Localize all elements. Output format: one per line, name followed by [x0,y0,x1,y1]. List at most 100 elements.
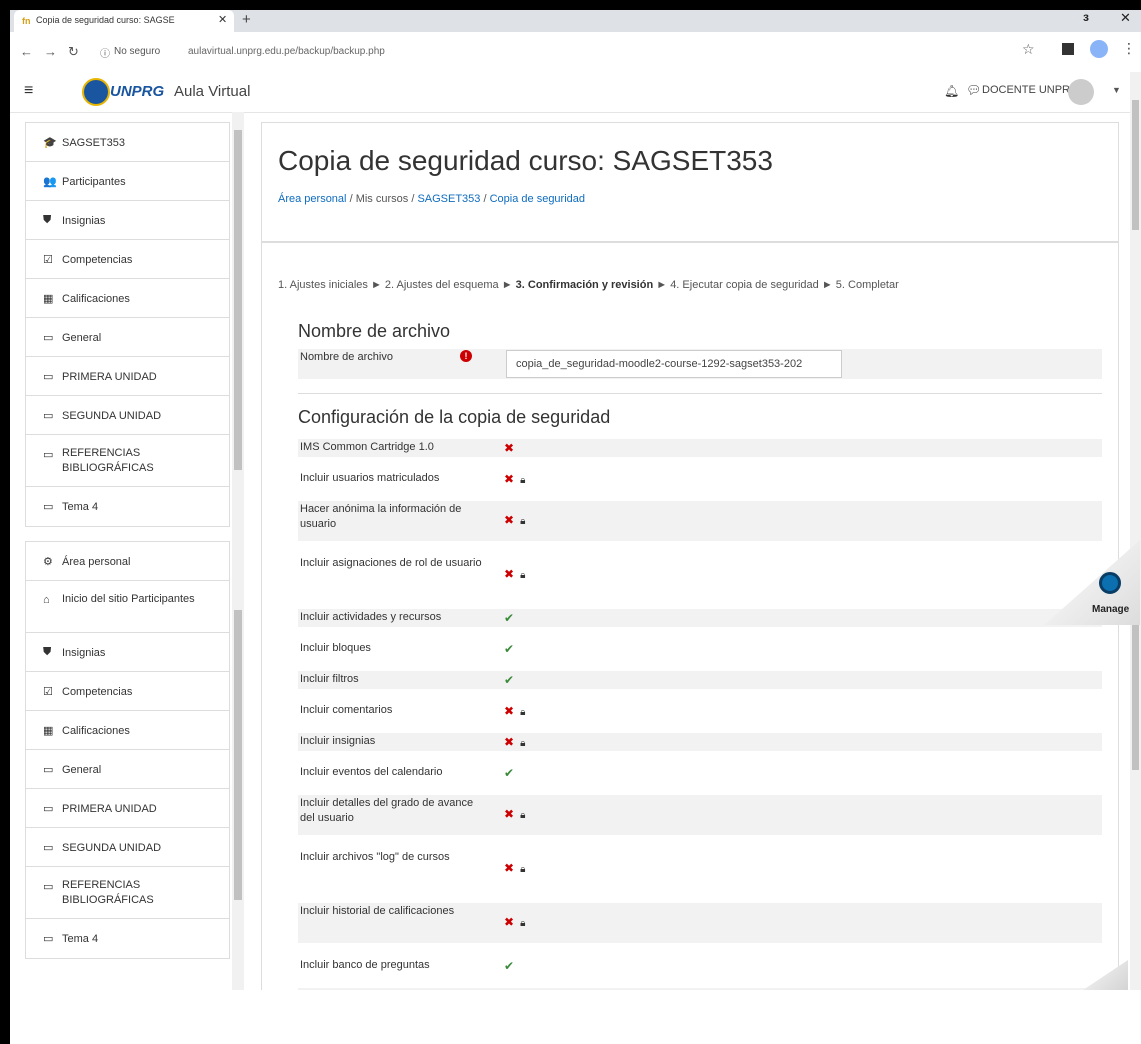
sidebar-item[interactable]: ▦ Calificaciones [26,279,229,318]
backup-option-label: Incluir actividades y recursos [300,611,442,623]
url-input[interactable]: ⓘ No seguro aulavirtual.unprg.edu.pe/bac… [100,40,1030,64]
sidebar-item[interactable]: ▦ Calificaciones [26,711,229,750]
sidebar-item[interactable]: ▭ PRIMERA UNIDAD [26,357,229,396]
filename-input[interactable]: copia_de_seguridad-moodle2-course-1292-s… [506,350,842,378]
drawer-scroll-thumb[interactable] [234,130,242,470]
bookmark-star-icon[interactable]: ☆ [1022,41,1035,58]
sidebar-item[interactable]: 👥 Participantes [26,162,229,201]
hamburger-menu-icon[interactable]: ≡ [24,82,33,100]
close-tab-icon[interactable]: ✕ [218,13,227,26]
folder-icon: ▭ [43,501,54,513]
backup-option-row: Incluir filtros ✔ [298,671,1102,689]
sidebar-item[interactable]: ▭ REFERENCIAS BIBLIOGRÁFICAS [26,867,229,919]
info-icon[interactable]: ⓘ [100,45,110,60]
browser-tab[interactable]: fn Copia de seguridad curso: SAGSE ✕ [14,10,234,32]
sidebar-item[interactable]: ▭ Tema 4 [26,919,229,958]
backup-option-status: ✖ 🔒︎ [504,735,525,749]
sidebar-item[interactable]: ⚙ Área personal [26,542,229,581]
sidebar-item[interactable]: ▭ General [26,750,229,789]
notification-bell-icon[interactable]: 🔔︎ [944,84,959,98]
user-name[interactable]: DOCENTE UNPRG [982,84,1079,96]
page-scroll-thumb[interactable] [1132,625,1139,770]
backup-option-status: ✖ 🔒︎ [504,807,525,821]
manage-icon [1099,572,1121,594]
step-label: 1. Ajustes iniciales [278,279,368,291]
page-header: Copia de seguridad curso: SAGSET353 Área… [261,122,1119,242]
course-drawer: 🎓 SAGSET353 👥 Participantes ⛊ Insignias ☑ Compe… [25,122,230,959]
step-label: 5. Completar [835,279,899,291]
step-label-current: 3. Confirmación y revisión [515,279,654,291]
backup-option-row: Incluir eventos del calendario ✔ [298,764,1102,782]
table-icon: ▦ [43,725,54,737]
sidebar-item[interactable]: ⌂ Inicio del sitio Participantes [26,581,229,633]
lock-icon: 🔒︎ [520,570,526,581]
table-icon: ▦ [43,293,54,305]
backup-option-status: ✖ 🔒︎ [504,704,525,718]
drawer-scroll-thumb[interactable] [234,610,242,900]
course-nav-block: 🎓 SAGSET353 👥 Participantes ⛊ Insignias ☑ Compe… [25,122,230,527]
lock-icon: 🔒︎ [520,707,526,718]
avatar[interactable] [1068,79,1094,105]
folder-icon: ▭ [43,410,54,422]
sidebar-item-label: SEGUNDA UNIDAD [62,842,162,854]
sidebar-item-label: PRIMERA UNIDAD [62,371,157,383]
sidebar-item-label: SAGSET353 [62,137,125,149]
lock-icon: 🔒︎ [520,810,526,821]
backup-option-row: Incluir banco de preguntas ✔ [298,957,1102,975]
divider [298,393,1102,394]
lock-icon: 🔒︎ [520,516,526,527]
backup-option-status: ✖ [504,441,514,455]
new-tab-icon[interactable]: + [242,11,251,28]
sidebar-item-label: REFERENCIAS BIBLIOGRÁFICAS [62,447,154,474]
university-logo[interactable] [82,78,110,106]
back-icon[interactable]: ← [20,44,33,59]
cross-icon: ✖ [504,735,515,749]
sidebar-item[interactable]: ⛊ Insignias [26,633,229,672]
page-title: Copia de seguridad curso: SAGSET353 [278,145,773,176]
cross-icon: ✖ [504,807,515,821]
profile-icon[interactable] [1090,40,1108,58]
chevron-down-icon[interactable]: ▼ [1112,85,1121,95]
cross-icon: ✖ [504,567,515,581]
folder-icon: ▭ [43,764,54,776]
checkbox-icon: ☑ [43,254,53,266]
messages-icon[interactable]: 💬︎ [966,83,981,97]
breadcrumb-item[interactable]: SAGSET353 [417,193,480,205]
reload-icon[interactable]: ↻ [68,44,79,60]
graduation-cap-icon: 🎓 [43,137,57,149]
manage-overlay-button[interactable]: Manage [1044,540,1140,625]
backup-option-row: Incluir insignias ✖ 🔒︎ [298,733,1102,751]
page-scroll-thumb[interactable] [1132,100,1139,230]
filename-label: Nombre de archivo [300,351,393,363]
backup-option-label: Incluir usuarios matriculados [300,472,440,484]
sidebar-item[interactable]: ▭ SEGUNDA UNIDAD [26,396,229,435]
breadcrumb-item[interactable]: Mis cursos [356,193,409,205]
backup-option-label: IMS Common Cartridge 1.0 [300,441,434,453]
breadcrumb-item[interactable]: Copia de seguridad [490,193,585,205]
menu-kebab-icon[interactable]: ⋮ [1122,40,1136,57]
backup-option-label: Incluir eventos del calendario [300,766,443,778]
sidebar-item-label: Competencias [62,686,133,698]
sidebar-item[interactable]: ☑ Competencias [26,240,229,279]
minimize-icon[interactable]: ɜ [1083,10,1089,24]
backup-option-label: Incluir archivos "log" de cursos [300,851,450,863]
site-name[interactable]: Aula Virtual [174,83,250,100]
backup-option-row: Incluir comentarios ✖ 🔒︎ [298,702,1102,720]
sidebar-item[interactable]: ⛊ Insignias [26,201,229,240]
sidebar-item[interactable]: ▭ Tema 4 [26,487,229,526]
sidebar-item[interactable]: ▭ General [26,318,229,357]
logo-text: UNPRG [110,83,165,100]
forward-icon[interactable]: → [44,44,57,59]
sidebar-item[interactable]: ▭ SEGUNDA UNIDAD [26,828,229,867]
sidebar-item-label: General [62,332,102,344]
sidebar-item[interactable]: 🎓 SAGSET353 [26,123,229,162]
cross-icon: ✖ [504,915,515,929]
lock-icon: 🔒︎ [520,475,526,486]
breadcrumb-item[interactable]: Área personal [278,193,347,205]
extension-icon[interactable] [1062,43,1074,55]
sidebar-item[interactable]: ▭ PRIMERA UNIDAD [26,789,229,828]
backup-option-label: Incluir filtros [300,673,359,685]
window-close-icon[interactable]: ✕ [1120,10,1131,26]
sidebar-item[interactable]: ▭ REFERENCIAS BIBLIOGRÁFICAS [26,435,229,487]
sidebar-item[interactable]: ☑ Competencias [26,672,229,711]
